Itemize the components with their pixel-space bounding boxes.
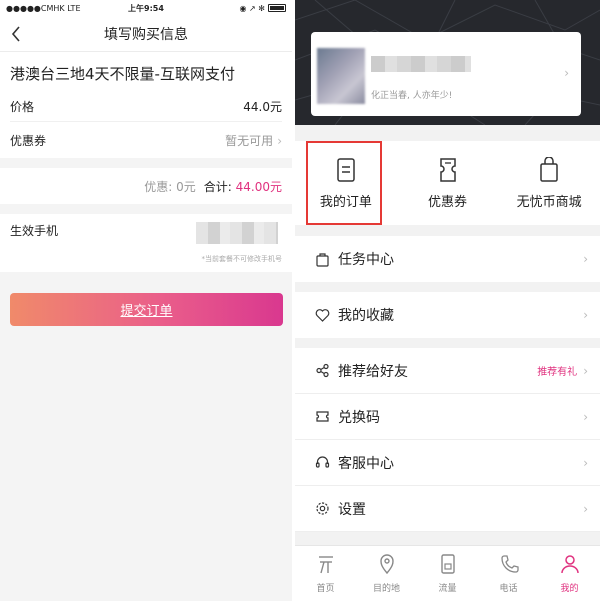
coupon-row[interactable]: 优惠券 暂无可用 › — [10, 122, 282, 158]
coin-mall-button[interactable]: 无忧币商城 — [498, 141, 600, 225]
my-orders-button[interactable]: 我的订单 — [295, 141, 397, 225]
menu-label: 推荐给好友 — [338, 363, 408, 380]
tab-phone[interactable]: 电话 — [478, 546, 539, 601]
heart-icon — [315, 308, 330, 322]
chevron-right-icon: › — [583, 308, 588, 322]
home-icon — [318, 556, 333, 574]
order-icon — [337, 157, 355, 182]
chevron-right-icon: › — [277, 133, 282, 148]
chevron-right-icon: › — [583, 501, 588, 516]
tab-label: 首页 — [316, 584, 335, 594]
chevron-right-icon: › — [583, 252, 588, 266]
my-orders-label: 我的订单 — [319, 194, 372, 210]
purchase-info-screen: ●●●●●CMHK LTE 上午9:54 ◉ ↗ ✻ 填写购买信息 港澳台三地4… — [0, 0, 292, 601]
profile-slogan: 化正当春, 人亦年少! — [371, 91, 453, 101]
page-title: 填写购买信息 — [104, 26, 188, 43]
tab-label: 目的地 — [372, 584, 400, 594]
tab-home[interactable]: 首页 — [295, 546, 356, 601]
battery-icon — [268, 4, 286, 12]
bottom-tab-bar: 首页 目的地 流量 电话 我的 — [295, 545, 600, 601]
shopping-bag-icon — [540, 156, 558, 182]
ticket-icon — [316, 411, 329, 422]
coupons-label: 优惠券 — [428, 194, 468, 210]
price-value: 44.0元 — [243, 100, 282, 114]
coupon-value: 暂无可用 — [225, 133, 274, 148]
avatar — [317, 48, 365, 104]
gear-icon — [316, 502, 329, 515]
menu-label: 我的收藏 — [338, 308, 394, 324]
share-icon — [316, 363, 329, 378]
tab-data[interactable]: 流量 — [417, 546, 478, 601]
tab-mine[interactable]: 我的 — [539, 546, 600, 601]
person-icon — [560, 555, 579, 574]
order-summary: 优惠: 0元 合计: 44.00元 — [0, 168, 292, 204]
menu-label: 任务中心 — [338, 252, 394, 268]
menu-label: 设置 — [338, 501, 366, 518]
menu-item-task-center[interactable]: 任务中心 › — [295, 236, 600, 282]
menu-label: 客服中心 — [338, 455, 394, 472]
username-redacted — [371, 56, 471, 72]
headset-icon — [315, 456, 330, 468]
submit-order-button[interactable]: 提交订单 — [10, 293, 283, 326]
task-icon — [316, 252, 329, 267]
product-section: 港澳台三地4天不限量-互联网支付 价格 44.0元 优惠券 暂无可用 › — [0, 52, 292, 158]
coupon-icon — [439, 157, 456, 182]
phone-hint: *当前套餐不可修改手机号 — [201, 255, 283, 263]
price-label: 价格 — [10, 100, 35, 114]
menu-item-settings[interactable]: 设置 › — [295, 486, 600, 532]
location-icon — [379, 554, 394, 575]
phone-icon — [500, 555, 519, 573]
tab-label: 我的 — [560, 584, 579, 594]
back-button[interactable] — [6, 22, 26, 46]
data-card-icon — [440, 554, 455, 574]
my-account-screen: 化正当春, 人亦年少! › 我的订单 优惠券 无忧币商城 任务中心 › 我的收藏… — [295, 0, 600, 601]
status-time: 上午9:54 — [128, 3, 164, 13]
menu-item-recommend-friends[interactable]: 推荐给好友 推荐有礼 › — [295, 348, 600, 394]
menu-item-favorites[interactable]: 我的收藏 › — [295, 292, 600, 338]
discount-text: 优惠: 0元 — [144, 179, 196, 194]
total-label: 合计: — [203, 179, 232, 194]
chevron-right-icon: › — [564, 66, 569, 80]
quick-actions: 我的订单 优惠券 无忧币商城 — [295, 141, 600, 225]
status-bar: ●●●●●CMHK LTE 上午9:54 ◉ ↗ ✻ — [0, 0, 292, 16]
coupon-label: 优惠券 — [10, 133, 47, 148]
menu-item-customer-service[interactable]: 客服中心 › — [295, 440, 600, 486]
phone-section: 生效手机 *当前套餐不可修改手机号 — [0, 214, 292, 272]
coin-mall-label: 无忧币商城 — [516, 194, 582, 210]
chevron-right-icon: › — [583, 455, 588, 470]
tab-label: 流量 — [438, 584, 457, 594]
coupons-button[interactable]: 优惠券 — [397, 141, 499, 225]
menu-label: 兑换码 — [338, 409, 380, 426]
menu-item-redeem-code[interactable]: 兑换码 › — [295, 394, 600, 440]
nav-bar: 填写购买信息 — [0, 16, 292, 52]
price-row: 价格 44.0元 — [10, 92, 282, 122]
account-menu: 任务中心 › 我的收藏 › 推荐给好友 推荐有礼 › 兑换码 › 客服中心 › … — [295, 236, 600, 532]
phone-number-redacted — [196, 222, 278, 244]
recommend-reward-badge: 推荐有礼 — [537, 367, 578, 378]
profile-card[interactable]: 化正当春, 人亦年少! › — [311, 32, 581, 116]
tab-label: 电话 — [499, 584, 518, 594]
chevron-right-icon: › — [583, 409, 588, 424]
chevron-left-icon — [11, 26, 20, 42]
tab-destination[interactable]: 目的地 — [356, 546, 417, 601]
chevron-right-icon: › — [583, 363, 588, 378]
total-value: 44.00元 — [235, 179, 282, 194]
product-name: 港澳台三地4天不限量-互联网支付 — [10, 65, 235, 83]
